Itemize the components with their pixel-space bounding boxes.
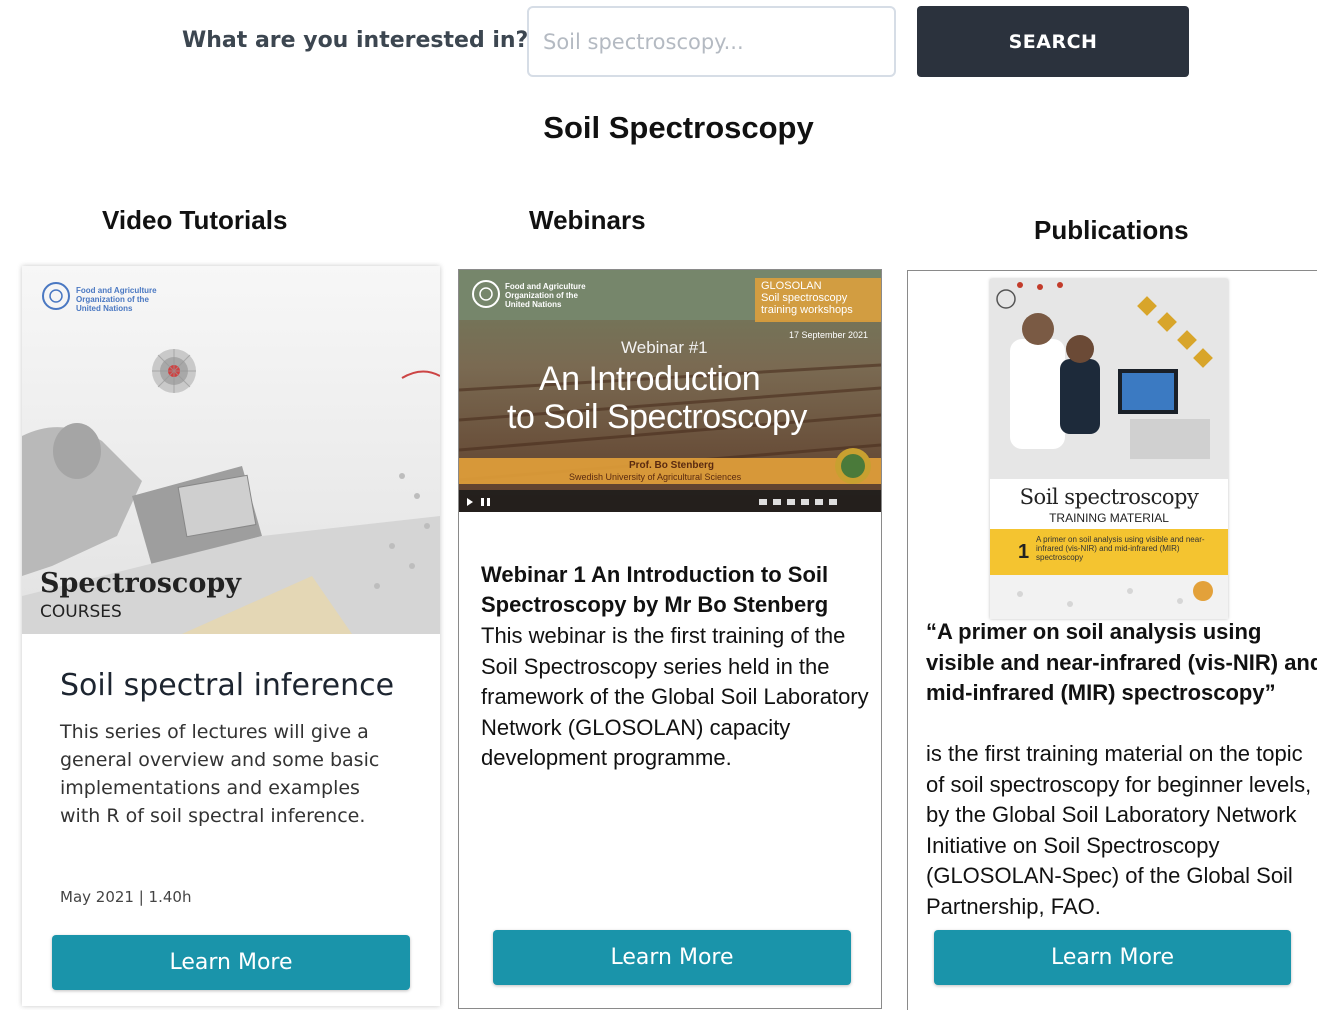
column-heading-video-tutorials: Video Tutorials [102, 205, 288, 235]
card-meta: May 2021 | 1.40h [60, 888, 192, 906]
fao-org-name: Food and Agriculture Organization of the… [505, 282, 586, 309]
video-tutorial-card[interactable]: Food and Agriculture Organization of the… [22, 266, 440, 1006]
card-title[interactable]: “A primer on soil analysis using visible… [926, 617, 1317, 709]
column-heading-webinars: Webinars [529, 205, 646, 235]
search-question-label: What are you interested in? [182, 28, 529, 53]
card-title[interactable]: Soil spectral inference [60, 668, 394, 703]
webinar-date: 17 September 2021 [789, 330, 869, 340]
publication-cover[interactable]: Soil spectroscopy TRAINING MATERIAL 1 A … [990, 279, 1228, 619]
cover-number: 1 [1018, 541, 1030, 563]
webinar-card[interactable]: Food and Agriculture Organization of the… [458, 269, 882, 1009]
thumbnail-subtitle: COURSES [40, 602, 122, 622]
learn-more-button[interactable]: Learn More [493, 930, 851, 985]
card-description: This series of lectures will give a gene… [60, 721, 380, 827]
search-button[interactable]: SEARCH [917, 6, 1189, 77]
video-thumbnail[interactable]: Food and Agriculture Organization of the… [22, 266, 440, 634]
thumbnail-brand: Spectroscopy [40, 568, 241, 599]
publication-card[interactable]: Soil spectroscopy TRAINING MATERIAL 1 A … [907, 270, 1317, 1010]
webinar-presenter: Prof. Bo Stenberg [629, 460, 715, 471]
glosolan-badge: GLOSOLAN Soil spectroscopy training work… [761, 280, 853, 316]
fao-org-name: Food and Agriculture Organization of the… [76, 286, 157, 313]
card-description: is the first training material on the to… [926, 741, 1312, 919]
webinar-thumb-title-line2: to Soil Spectroscopy [507, 398, 807, 436]
webinar-video-thumbnail[interactable]: Food and Agriculture Organization of the… [459, 270, 881, 512]
card-title[interactable]: Webinar 1 An Introduction to Soil Spectr… [481, 560, 871, 620]
cover-photo [990, 279, 1228, 607]
webinar-affiliation: Swedish University of Agricultural Scien… [569, 472, 742, 482]
page-title: Soil Spectroscopy [543, 110, 814, 145]
card-description: This webinar is the first training of th… [481, 623, 869, 770]
learn-more-button[interactable]: Learn More [934, 930, 1291, 985]
search-input[interactable] [527, 6, 896, 77]
cover-description: A primer on soil analysis using visible … [1036, 535, 1205, 562]
column-heading-publications: Publications [1034, 215, 1189, 245]
cover-title: Soil spectroscopy [1019, 485, 1199, 509]
webinar-kicker: Webinar #1 [621, 338, 708, 357]
webinar-thumb-title-line1: An Introduction [539, 360, 761, 398]
learn-more-button[interactable]: Learn More [52, 935, 410, 990]
cover-subtitle: TRAINING MATERIAL [1049, 511, 1169, 525]
